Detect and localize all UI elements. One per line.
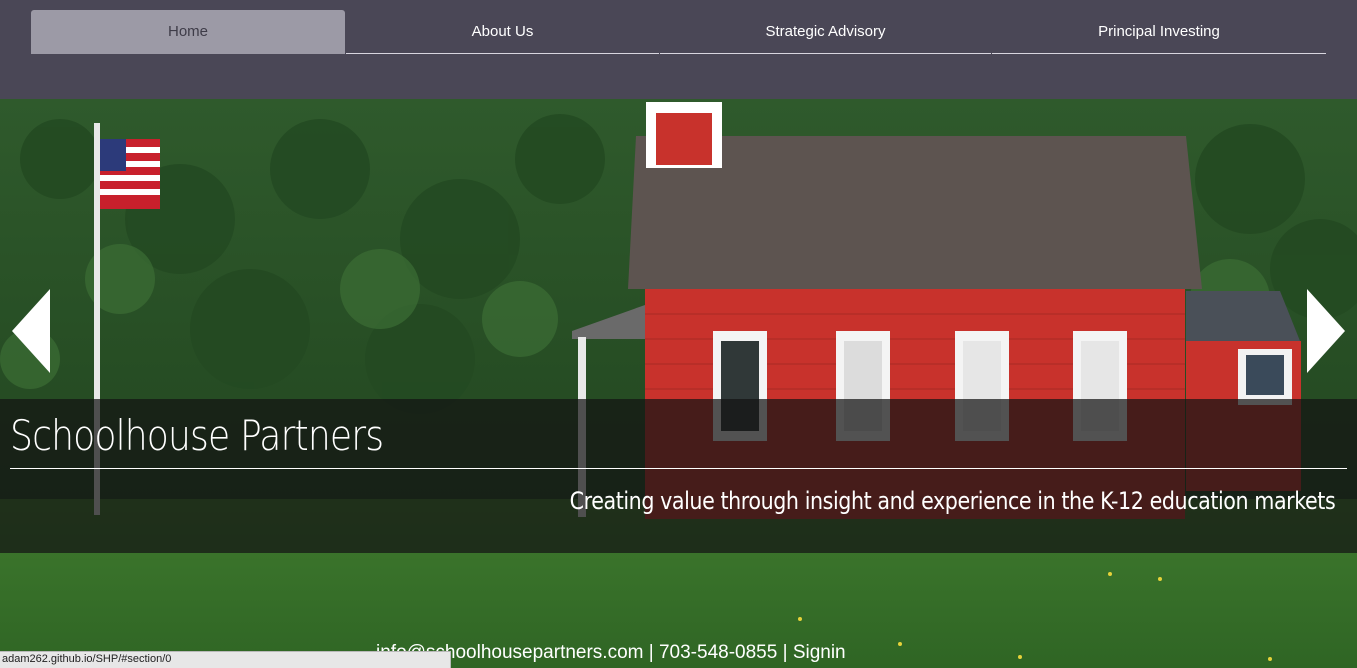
hero-subtitle: Creating value through insight and exper… bbox=[569, 487, 1335, 515]
separator: | bbox=[648, 642, 654, 663]
top-nav-bar: Home About Us Strategic Advisory Princip… bbox=[0, 0, 1357, 99]
caption-divider bbox=[10, 468, 1347, 469]
chevron-right-icon bbox=[1307, 289, 1345, 373]
signin-link[interactable]: Signin bbox=[793, 642, 846, 663]
schoolhouse-photo bbox=[0, 99, 1357, 668]
hero-slider: Schoolhouse Partners Creating value thro… bbox=[0, 99, 1357, 668]
nav-home[interactable]: Home bbox=[31, 10, 345, 54]
hero-caption: Schoolhouse Partners Creating value thro… bbox=[0, 399, 1357, 553]
main-nav: Home About Us Strategic Advisory Princip… bbox=[31, 10, 1326, 54]
nav-principal-investing[interactable]: Principal Investing bbox=[992, 10, 1326, 54]
hero-title: Schoolhouse Partners bbox=[10, 411, 384, 460]
nav-strategic-advisory[interactable]: Strategic Advisory bbox=[660, 10, 991, 54]
separator: | bbox=[782, 642, 788, 663]
prev-slide-button[interactable] bbox=[12, 289, 52, 373]
next-slide-button[interactable] bbox=[1305, 289, 1345, 373]
browser-status-url: adam262.github.io/SHP/#section/0 bbox=[0, 651, 451, 668]
nav-about-us[interactable]: About Us bbox=[346, 10, 659, 54]
chevron-left-icon bbox=[12, 289, 50, 373]
phone-link[interactable]: 703-548-0855 bbox=[659, 642, 777, 663]
